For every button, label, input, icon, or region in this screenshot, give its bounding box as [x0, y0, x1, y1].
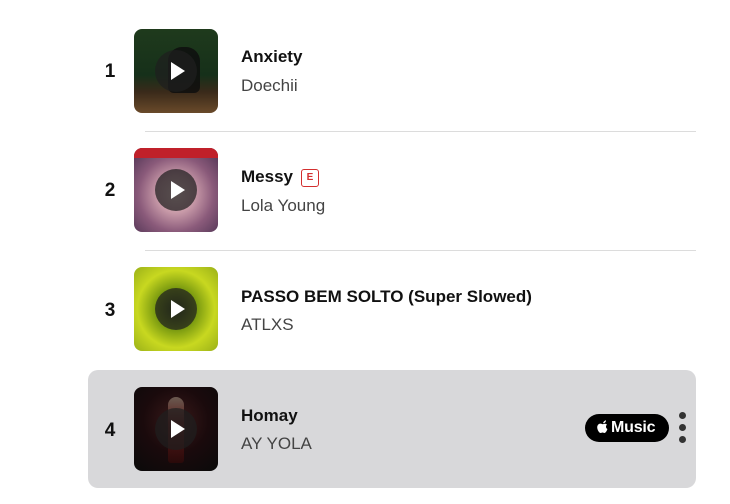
album-art [134, 387, 218, 471]
play-icon [171, 181, 185, 199]
more-options-button[interactable] [676, 410, 690, 446]
more-vertical-icon [679, 412, 686, 419]
apple-icon [597, 420, 608, 433]
track-row-3[interactable]: 3 PASSO BEM SOLTO (Super Slowed) ATLXS [88, 251, 696, 369]
explicit-badge: E [300, 169, 319, 187]
track-rank: 1 [104, 61, 116, 82]
play-button[interactable] [155, 50, 197, 92]
album-art [134, 148, 218, 232]
track-row-1[interactable]: 1 Anxiety Doechii [88, 13, 696, 131]
track-rank: 4 [104, 420, 116, 441]
track-rank: 3 [104, 300, 116, 321]
track-title-text: Messy [241, 167, 293, 186]
track-artist[interactable]: AY YOLA [241, 434, 312, 454]
play-button[interactable] [155, 408, 197, 450]
track-artist[interactable]: ATLXS [241, 315, 294, 335]
track-rank: 2 [104, 180, 116, 201]
track-row-4[interactable]: 4 Homay AY YOLA Music [88, 370, 696, 488]
play-icon [171, 420, 185, 438]
apple-music-label: Music [611, 419, 656, 436]
more-vertical-icon-dot [679, 436, 686, 443]
play-button[interactable] [155, 288, 197, 330]
track-artist[interactable]: Lola Young [241, 196, 325, 216]
track-title[interactable]: Homay [241, 406, 298, 426]
track-row-2[interactable]: 2 Messy E Lola Young [88, 132, 696, 250]
apple-music-button[interactable]: Music [585, 414, 669, 442]
track-title[interactable]: Messy E [241, 167, 319, 187]
track-title[interactable]: PASSO BEM SOLTO (Super Slowed) [241, 287, 532, 307]
album-art [134, 267, 218, 351]
play-icon [171, 300, 185, 318]
track-title[interactable]: Anxiety [241, 47, 302, 67]
track-artist[interactable]: Doechii [241, 76, 298, 96]
more-vertical-icon-dot [679, 424, 686, 431]
play-button[interactable] [155, 169, 197, 211]
album-art [134, 29, 218, 113]
play-icon [171, 62, 185, 80]
